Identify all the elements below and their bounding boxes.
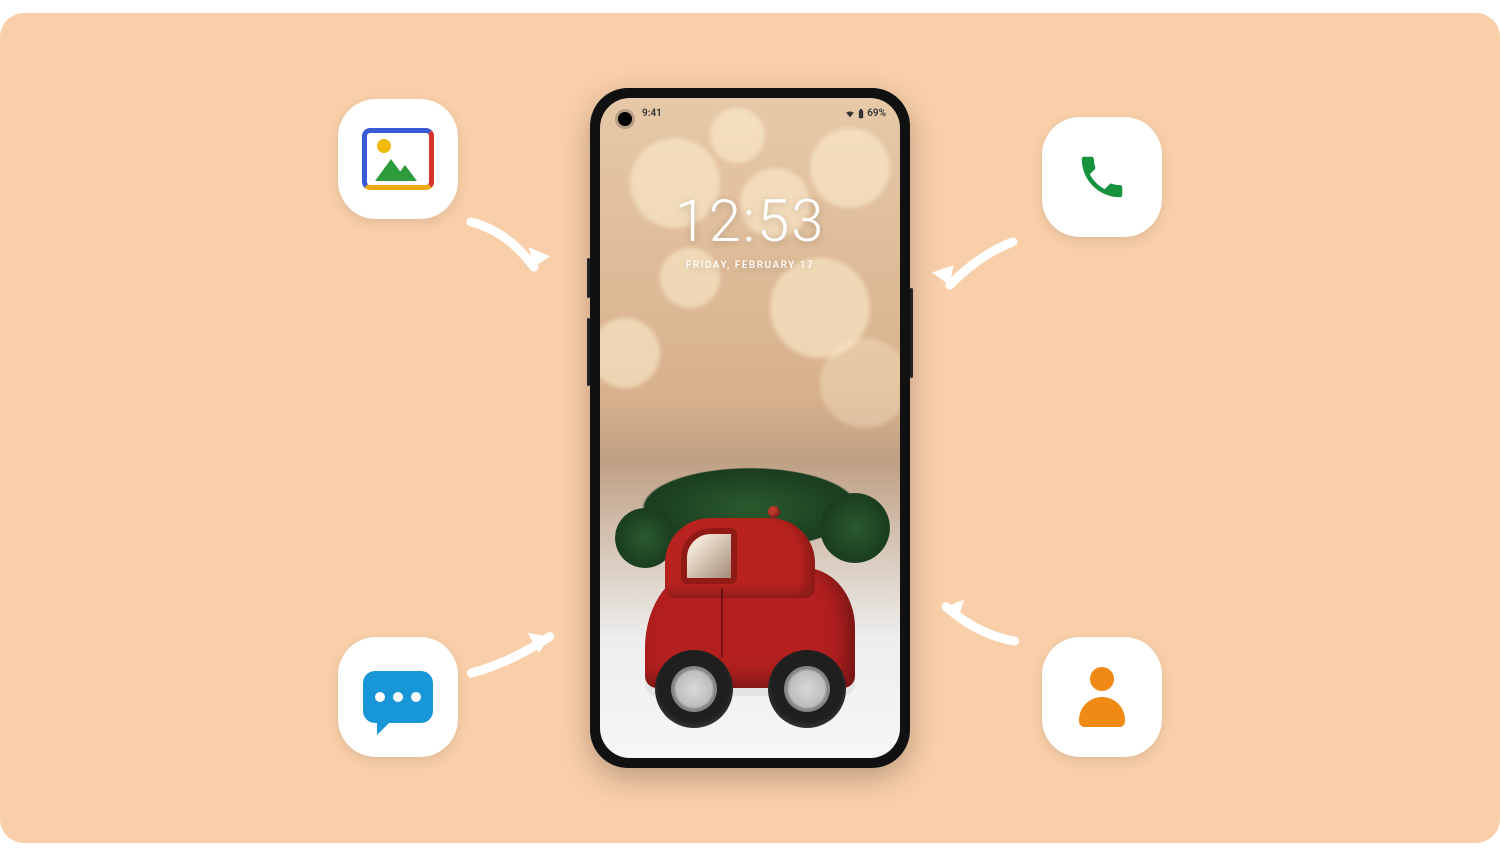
wifi-icon — [845, 109, 855, 119]
contacts-app-icon — [1042, 637, 1162, 757]
arrow-icon — [466, 623, 566, 683]
phone-app-icon — [1042, 117, 1162, 237]
battery-percent: 69% — [867, 108, 886, 119]
phone-screen: 9:41 69% 12:53 FRIDAY, FEBRUARY 17 — [600, 98, 900, 758]
phone-call-icon — [1075, 150, 1129, 204]
gallery-app-icon — [338, 99, 458, 219]
contacts-icon — [1074, 667, 1130, 727]
ornament — [768, 506, 780, 518]
phone-mockup: 9:41 69% 12:53 FRIDAY, FEBRUARY 17 — [590, 88, 910, 768]
arrow-icon — [930, 233, 1020, 303]
lock-screen-clock: 12:53 FRIDAY, FEBRUARY 17 — [600, 188, 900, 271]
status-time: 9:41 — [642, 108, 662, 119]
lock-date: FRIDAY, FEBRUARY 17 — [600, 260, 900, 271]
battery-icon — [858, 109, 864, 119]
arrow-icon — [930, 593, 1020, 653]
illustration-canvas: 9:41 69% 12:53 FRIDAY, FEBRUARY 17 — [0, 13, 1500, 843]
gallery-icon — [362, 128, 434, 190]
car-wheel — [768, 650, 846, 728]
messages-app-icon — [338, 637, 458, 757]
car-wheel — [655, 650, 733, 728]
lock-time: 12:53 — [600, 188, 900, 256]
messages-icon — [363, 671, 433, 723]
status-bar: 9:41 69% — [600, 108, 900, 119]
wallpaper-car-scene — [600, 438, 900, 758]
arrow-icon — [462, 209, 552, 289]
